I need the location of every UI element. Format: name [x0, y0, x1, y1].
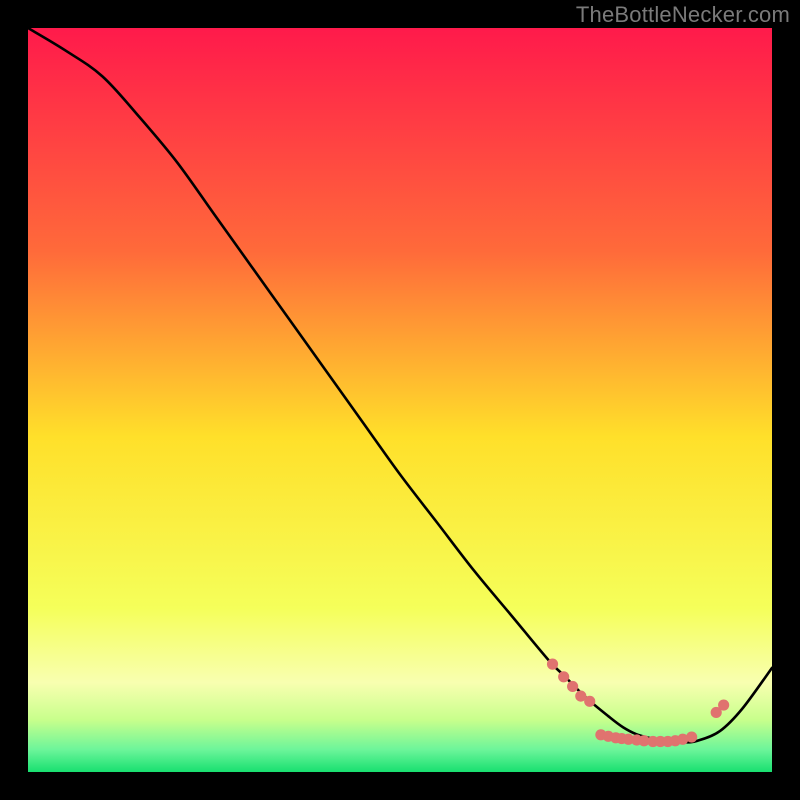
data-marker [547, 659, 558, 670]
watermark-text: TheBottleNecker.com [576, 2, 790, 28]
gradient-background [28, 28, 772, 772]
chart-frame: TheBottleNecker.com [0, 0, 800, 800]
data-marker [686, 731, 697, 742]
chart-plot-area [28, 28, 772, 772]
data-marker [584, 696, 595, 707]
data-marker [567, 681, 578, 692]
chart-svg [28, 28, 772, 772]
data-marker [718, 699, 729, 710]
data-marker [558, 671, 569, 682]
